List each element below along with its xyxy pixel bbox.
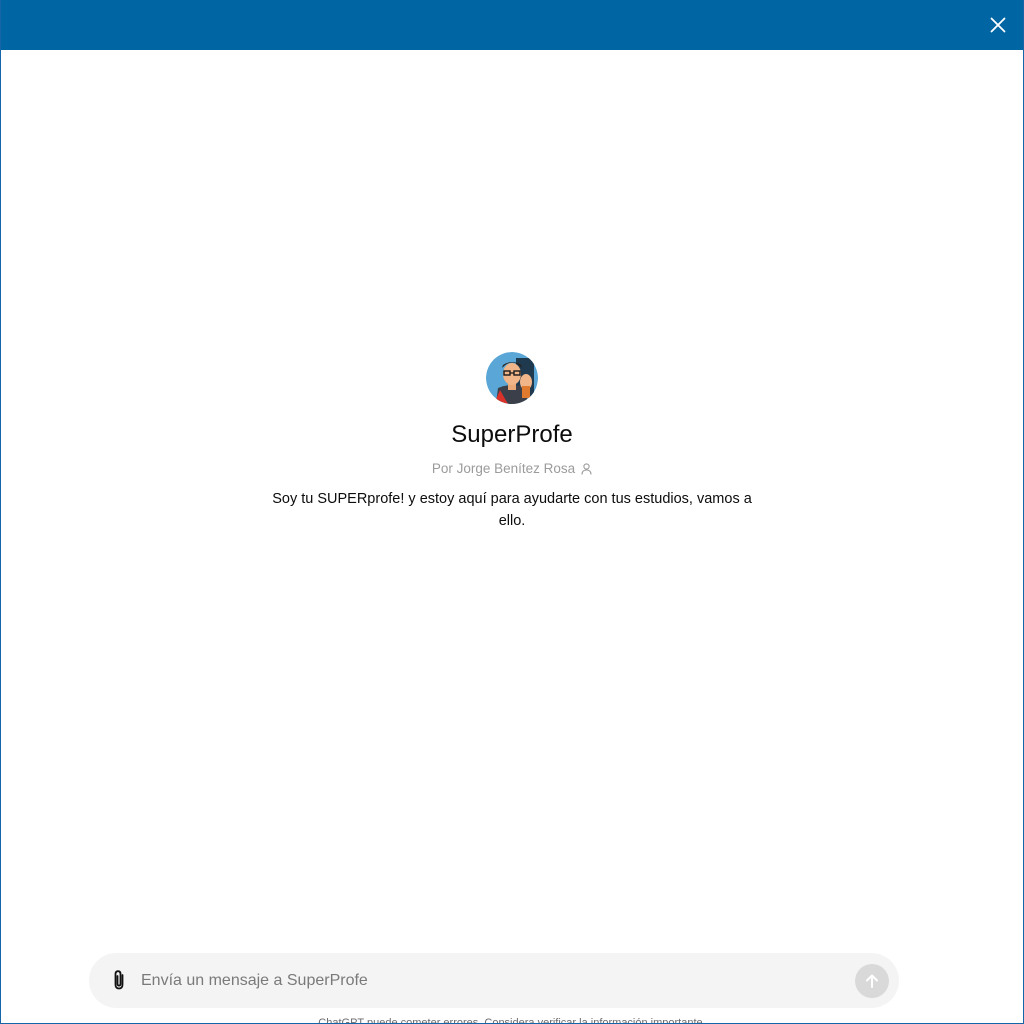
app-window: SuperProfe Por Jorge Benítez Rosa Soy tu… (0, 0, 1024, 1024)
author-link[interactable]: Por Jorge Benítez Rosa (432, 460, 592, 478)
gpt-profile: SuperProfe Por Jorge Benítez Rosa Soy tu… (1, 352, 1023, 532)
send-button[interactable] (855, 964, 889, 998)
author-label: Por Jorge Benítez Rosa (431, 461, 576, 476)
attach-button[interactable] (105, 966, 133, 994)
close-button[interactable] (981, 8, 1015, 42)
close-icon (990, 17, 1006, 33)
message-composer (89, 953, 899, 1008)
arrow-up-icon (866, 974, 878, 988)
person-icon (581, 463, 592, 475)
superhero-avatar-icon (486, 352, 538, 404)
avatar (486, 352, 538, 404)
message-input[interactable] (141, 967, 821, 995)
gpt-description: Soy tu SUPERprofe! y estoy aquí para ayu… (272, 491, 752, 529)
title-bar (1, 0, 1023, 50)
disclaimer-note: ChatGPT puede cometer errores. Considera… (318, 1017, 706, 1024)
paperclip-icon (114, 970, 124, 990)
gpt-name: SuperProfe (451, 421, 573, 448)
